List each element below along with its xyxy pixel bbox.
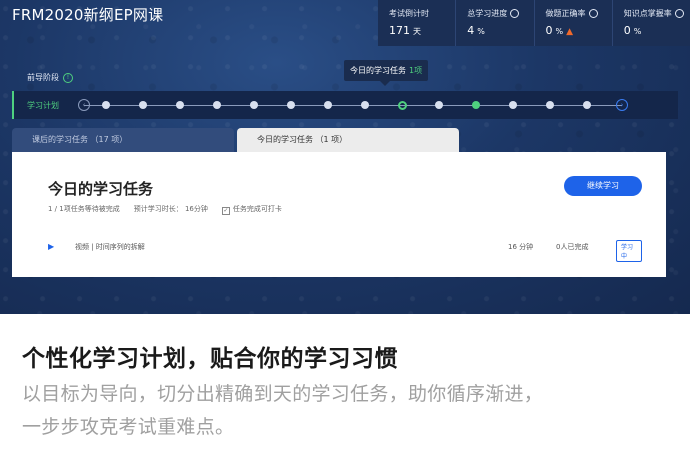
app-header-area: FRM2020新纲EP网课 考试倒计时 171 天 总学习进度 4% 做题正确率 …: [0, 0, 690, 314]
timeline-node[interactable]: [287, 101, 295, 109]
stat-value: 0: [623, 24, 631, 37]
tab-today-tasks[interactable]: 今日的学习任务 （1 项）: [237, 128, 459, 152]
stat-label: 知识点掌握率: [623, 9, 672, 18]
timeline-node[interactable]: [139, 101, 147, 109]
stat-exam-countdown: 考试倒计时 171 天: [378, 0, 455, 46]
tooltip-text: 今日的学习任务: [350, 66, 406, 75]
warning-icon: ▲: [566, 27, 574, 37]
task-progress-text: 1 / 1项任务等待被完成: [48, 205, 120, 213]
estimated-time-text: 预计学习时长： 16分钟: [133, 205, 208, 213]
card-title: 今日的学习任务: [48, 180, 154, 198]
tab-after-class-tasks[interactable]: 课后的学习任务 （17 项）: [12, 128, 234, 152]
stat-total-progress[interactable]: 总学习进度 4%: [455, 0, 533, 46]
tooltip-count: 1项: [409, 66, 423, 75]
stat-unit: %: [477, 27, 485, 36]
timeline-node[interactable]: [583, 101, 591, 109]
stat-value: 0: [545, 24, 553, 37]
timeline-node[interactable]: [213, 101, 221, 109]
chevron-left-icon[interactable]: ‹: [78, 99, 90, 111]
timeline-node[interactable]: [509, 101, 517, 109]
checkbox-icon: ✓: [221, 207, 230, 215]
timeline-node[interactable]: [324, 101, 332, 109]
stat-unit: %: [555, 27, 564, 36]
stage-label: 前导阶段 !: [27, 72, 73, 83]
promo-headline: 个性化学习计划，贴合你的学习习惯: [22, 346, 398, 372]
task-row[interactable]: ▶ 视频 | 时间序列的拆解 16 分钟 0人已完成 学习中: [48, 240, 642, 262]
study-plan-bar: 学习计划 ‹ ›: [12, 91, 678, 119]
task-duration: 16 分钟: [508, 243, 534, 251]
stat-label: 做题正确率: [545, 9, 586, 18]
today-task-tooltip: 今日的学习任务 1项: [344, 60, 429, 81]
promo-line-2: 一步步攻克考试重难点。: [22, 416, 235, 438]
chevron-right-icon[interactable]: ›: [616, 99, 628, 111]
timeline-node[interactable]: [435, 101, 443, 109]
stat-accuracy[interactable]: 做题正确率 0% ▲: [533, 0, 612, 46]
status-badge: 学习中: [616, 240, 642, 262]
stage-text: 前导阶段: [27, 73, 59, 82]
continue-learning-button[interactable]: 继续学习: [564, 176, 642, 196]
info-icon[interactable]: !: [63, 72, 73, 83]
card-meta: 1 / 1项任务等待被完成 预计学习时长： 16分钟 ✓ 任务完成可打卡: [48, 204, 282, 215]
stat-unit: %: [633, 27, 642, 36]
stat-label: 考试倒计时: [389, 9, 429, 18]
stat-unit: 天: [413, 27, 421, 36]
app-title: FRM2020新纲EP网课: [12, 6, 164, 24]
task-card: 今日的学习任务 1 / 1项任务等待被完成 预计学习时长： 16分钟 ✓ 任务完成…: [12, 152, 666, 277]
task-name[interactable]: 视频 | 时间序列的拆解: [75, 242, 145, 252]
timeline-node[interactable]: [102, 101, 110, 109]
task-completed-count: 0人已完成: [556, 243, 589, 251]
timeline-node[interactable]: [472, 101, 480, 109]
tooltip-arrow: [380, 81, 390, 86]
stat-mastery[interactable]: 知识点掌握率 0%: [611, 0, 690, 46]
stats-panel: 考试倒计时 171 天 总学习进度 4% 做题正确率 0% ▲ 知识点掌握率 0%: [378, 0, 690, 46]
circle-icon: [588, 9, 598, 18]
timeline-node[interactable]: [176, 101, 184, 109]
complete-note: 任务完成可打卡: [232, 205, 282, 213]
circle-icon: [510, 9, 520, 18]
promo-line-1: 以目标为导向，切分出精确到天的学习任务，助你循序渐进，: [22, 383, 544, 405]
timeline-node[interactable]: [361, 101, 369, 109]
circle-icon: [674, 9, 684, 18]
timeline-node[interactable]: [250, 101, 258, 109]
timeline-node[interactable]: [546, 101, 554, 109]
stat-value: 171: [389, 24, 410, 37]
stat-label: 总学习进度: [467, 9, 508, 18]
timeline-line: [84, 104, 622, 106]
plan-label: 学习计划: [27, 101, 59, 110]
stat-value: 4: [467, 24, 475, 37]
timeline-current-node[interactable]: [398, 101, 407, 110]
plan-timeline: ‹ ›: [78, 91, 628, 119]
play-icon[interactable]: ▶: [48, 242, 54, 251]
